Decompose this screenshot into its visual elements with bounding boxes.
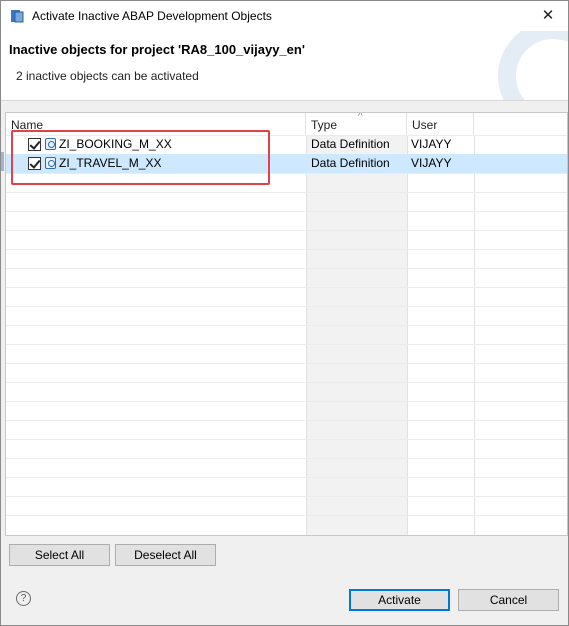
row-line	[6, 496, 567, 497]
row-line	[6, 420, 567, 421]
row-line	[6, 477, 567, 478]
select-all-button[interactable]: Select All	[9, 544, 110, 566]
window-title: Activate Inactive ABAP Development Objec…	[32, 9, 272, 23]
row-marker	[1, 152, 4, 171]
row-user: VIJAYY	[411, 137, 452, 151]
row-line	[6, 306, 567, 307]
row-line	[6, 382, 567, 383]
row-line	[6, 230, 567, 231]
type-column-background	[306, 135, 407, 535]
row-line	[6, 439, 567, 440]
deselect-all-button[interactable]: Deselect All	[115, 544, 216, 566]
header-banner: Inactive objects for project 'RA8_100_vi…	[1, 31, 568, 101]
row-line	[6, 458, 567, 459]
sort-indicator-icon: ^	[358, 112, 363, 122]
row-line	[6, 401, 567, 402]
title-bar: Activate Inactive ABAP Development Objec…	[1, 1, 568, 31]
banner-subtitle: 2 inactive objects can be activated	[16, 69, 199, 83]
row-line	[6, 268, 567, 269]
row-user: VIJAYY	[411, 156, 452, 170]
row-line	[6, 249, 567, 250]
app-icon	[11, 10, 24, 23]
activate-dialog: Activate Inactive ABAP Development Objec…	[0, 0, 569, 626]
column-header-user[interactable]: User	[407, 113, 474, 135]
row-line	[6, 211, 567, 212]
row-type: Data Definition	[311, 137, 390, 151]
row-line	[6, 344, 567, 345]
row-line	[6, 192, 567, 193]
row-line	[6, 363, 567, 364]
close-icon[interactable]: ✕	[528, 1, 568, 31]
banner-decoration	[498, 31, 568, 100]
annotation-highlight-box	[11, 130, 270, 185]
row-line	[6, 287, 567, 288]
banner-title: Inactive objects for project 'RA8_100_vi…	[9, 42, 305, 57]
column-header-type[interactable]: Type	[306, 113, 407, 135]
row-line	[6, 515, 567, 516]
cancel-button[interactable]: Cancel	[458, 589, 559, 611]
help-icon[interactable]: ?	[16, 591, 31, 606]
row-type: Data Definition	[311, 156, 390, 170]
activate-button[interactable]: Activate	[349, 589, 450, 611]
row-line	[6, 325, 567, 326]
